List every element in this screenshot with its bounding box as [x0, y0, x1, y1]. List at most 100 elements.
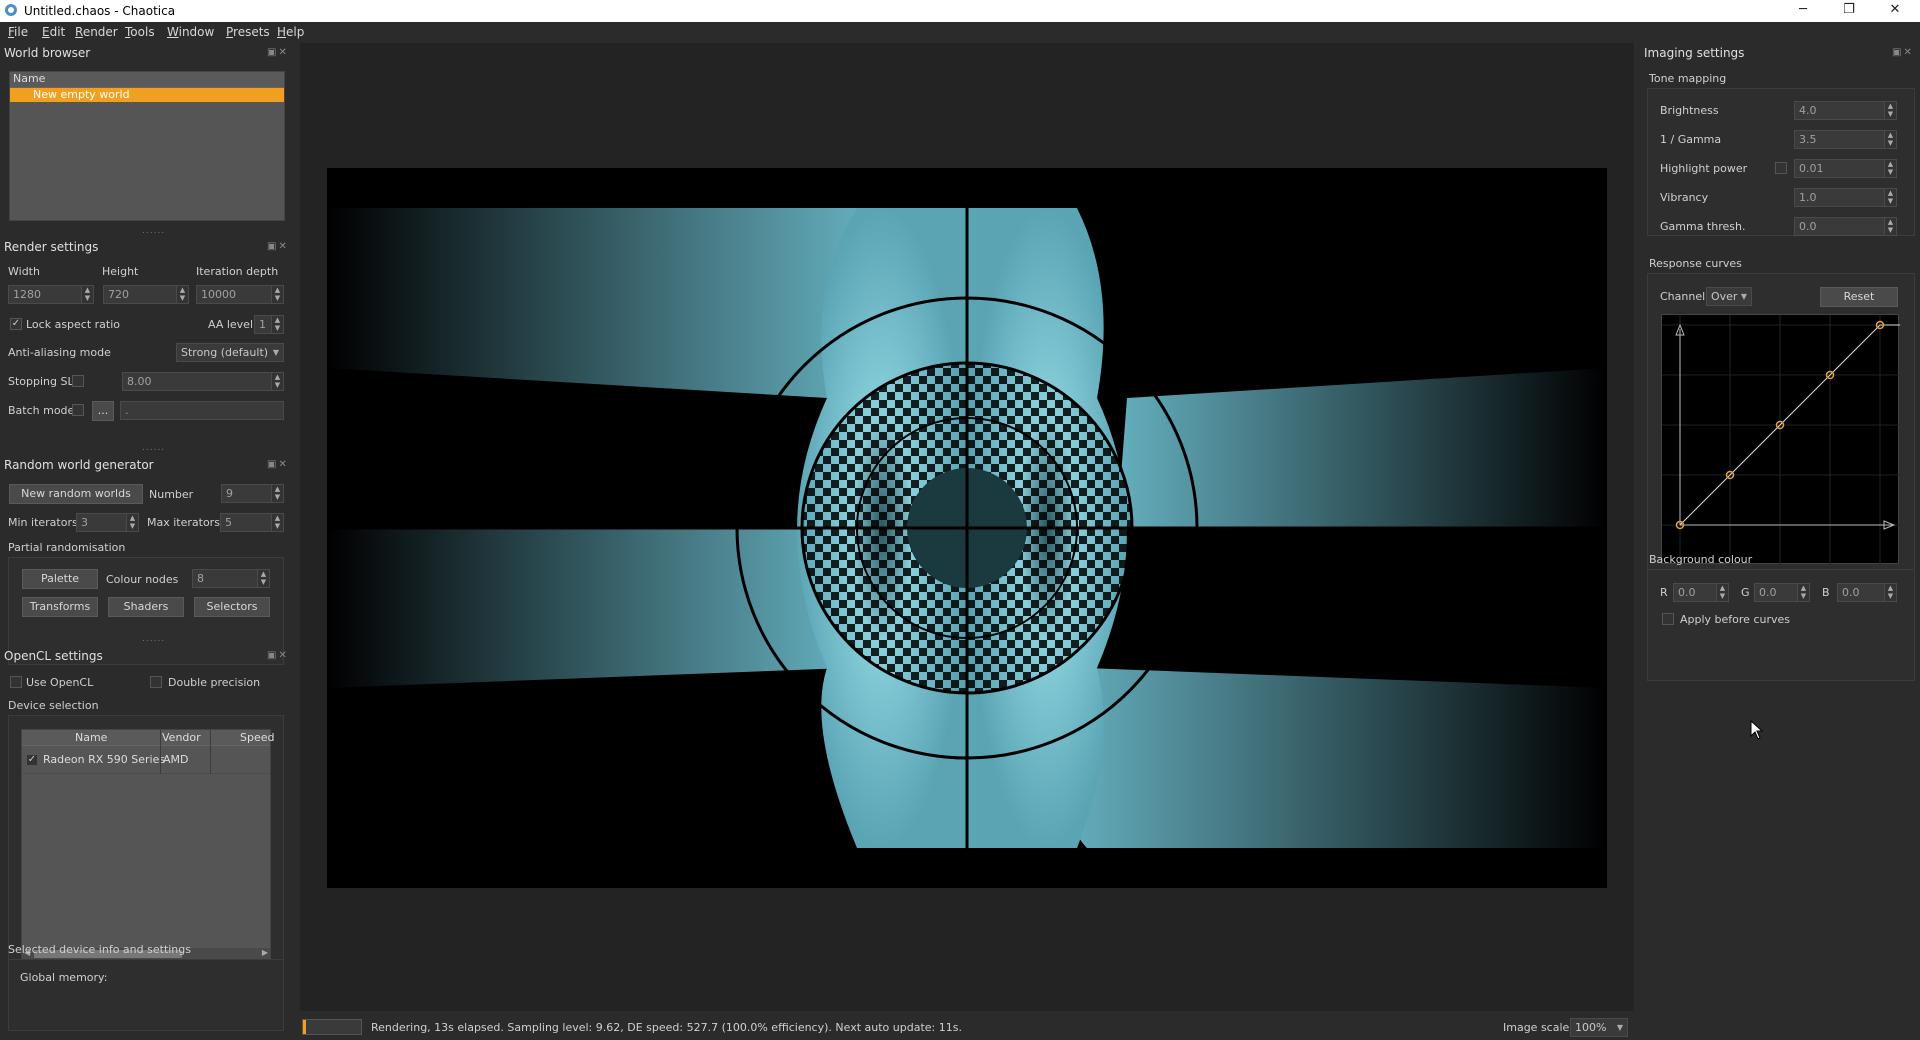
iteration-depth-spinbox[interactable]: 10000 ▲ ▼: [196, 285, 284, 304]
batch-path-input[interactable]: .: [120, 401, 284, 420]
lock-aspect-label: Lock aspect ratio: [26, 318, 121, 331]
r-spinbox[interactable]: 0.0 ▲ ▼: [1673, 583, 1729, 602]
batch-browse-button[interactable]: ...: [92, 401, 114, 421]
menu-presets[interactable]: Presets: [226, 25, 270, 39]
gamma-thresh-spinbox[interactable]: 0.0 ▲ ▼: [1794, 217, 1897, 236]
highlight-power-label: Highlight power: [1660, 162, 1748, 175]
brightness-spinbox[interactable]: 4.0 ▲ ▼: [1794, 101, 1897, 120]
batch-path-value: .: [125, 404, 129, 417]
menu-tools[interactable]: Tools: [125, 25, 155, 39]
title-bar: Untitled.chaos - Chaotica ─ ❐ ✕: [0, 0, 1920, 22]
device-checkbox[interactable]: ✓: [26, 754, 38, 766]
device-info-group: [8, 959, 284, 1031]
dock-float-close-icon[interactable]: ▣✕: [267, 241, 289, 252]
image-scale-dropdown[interactable]: 100% ▼: [1570, 1018, 1628, 1037]
device-table[interactable]: Name Vendor Speed ✓ Radeon RX 590 Series…: [21, 729, 274, 961]
b-spinbox[interactable]: 0.0 ▲ ▼: [1837, 583, 1897, 602]
g-value: 0.0: [1759, 586, 1777, 599]
min-iterators-value: 3: [81, 516, 88, 529]
menu-help[interactable]: Help: [277, 25, 304, 39]
dock-float-close-icon[interactable]: ▣✕: [267, 459, 289, 470]
colour-nodes-spinbox[interactable]: 8 ▲ ▼: [192, 569, 270, 588]
vibrancy-label: Vibrancy: [1660, 191, 1709, 204]
menu-window[interactable]: Window: [167, 25, 214, 39]
splitter-handle[interactable]: ......: [142, 226, 165, 236]
channel-dropdown[interactable]: Over ▼: [1706, 287, 1752, 306]
splitter-handle[interactable]: ......: [142, 634, 165, 644]
vibrancy-value: 1.0: [1799, 191, 1817, 204]
maximize-button[interactable]: ❐: [1834, 2, 1864, 20]
device-row[interactable]: ✓ Radeon RX 590 Series AMD: [22, 746, 270, 774]
world-list[interactable]: Name New empty world: [9, 71, 285, 221]
shaders-button[interactable]: Shaders: [108, 597, 184, 617]
stopping-sl-checkbox[interactable]: [72, 375, 84, 387]
render-settings-title: Render settings: [4, 240, 99, 254]
menu-render[interactable]: Render: [75, 25, 118, 39]
g-label: G: [1741, 586, 1750, 599]
curve-editor[interactable]: [1661, 314, 1900, 565]
dock-float-close-icon[interactable]: ▣✕: [1892, 47, 1914, 58]
splitter-handle[interactable]: ......: [142, 443, 165, 453]
status-text: Rendering, 13s elapsed. Sampling level: …: [371, 1021, 962, 1034]
gamma-thresh-label: Gamma thresh.: [1660, 220, 1746, 233]
col-vendor[interactable]: Vendor: [162, 731, 201, 744]
highlight-power-checkbox[interactable]: [1775, 162, 1787, 174]
colour-nodes-value: 8: [197, 572, 204, 585]
device-table-header: Name Vendor Speed: [22, 730, 274, 746]
world-browser-title: World browser: [4, 46, 91, 60]
transforms-button[interactable]: Transforms: [22, 597, 98, 617]
lock-aspect-checkbox[interactable]: ✓: [10, 318, 22, 330]
close-button[interactable]: ✕: [1880, 2, 1910, 20]
left-dock: World browser ▣✕ Name New empty world ..…: [0, 43, 300, 1040]
dock-float-close-icon[interactable]: ▣✕: [267, 47, 289, 58]
min-iterators-label: Min iterators: [8, 516, 78, 529]
batch-mode-label: Batch mode: [8, 404, 75, 417]
vibrancy-spinbox[interactable]: 1.0 ▲ ▼: [1794, 188, 1897, 207]
use-opencl-checkbox[interactable]: [10, 676, 22, 688]
number-spinbox[interactable]: 9 ▲ ▼: [221, 484, 284, 503]
menu-file[interactable]: File: [8, 25, 28, 39]
batch-mode-checkbox[interactable]: [72, 404, 84, 416]
selectors-button[interactable]: Selectors: [194, 597, 270, 617]
gamma-spinbox[interactable]: 3.5 ▲ ▼: [1794, 130, 1897, 149]
status-bar: Rendering, 13s elapsed. Sampling level: …: [300, 1016, 1634, 1038]
col-name[interactable]: Name: [75, 731, 107, 744]
stopping-sl-value: 8.00: [127, 375, 152, 388]
apply-before-curves-checkbox[interactable]: [1662, 613, 1674, 625]
aa-mode-dropdown[interactable]: Strong (default) ▼: [176, 343, 284, 362]
dock-float-close-icon[interactable]: ▣✕: [267, 650, 289, 661]
channel-label: Channel:: [1660, 290, 1709, 303]
device-vendor: AMD: [163, 753, 189, 766]
new-random-worlds-button[interactable]: New random worlds: [9, 484, 143, 504]
r-value: 0.0: [1678, 586, 1696, 599]
height-label: Height: [102, 265, 139, 278]
response-curve[interactable]: [1662, 315, 1900, 565]
global-memory-label: Global memory:: [20, 971, 108, 984]
scroll-right-icon[interactable]: ▶: [262, 948, 268, 957]
min-iterators-spinbox[interactable]: 3 ▲ ▼: [76, 513, 139, 532]
aa-mode-value: Strong (default): [181, 346, 269, 359]
g-spinbox[interactable]: 0.0 ▲ ▼: [1754, 583, 1810, 602]
stopping-sl-label: Stopping SL: [8, 375, 74, 388]
col-speed[interactable]: Speed: [240, 731, 274, 744]
minimize-button[interactable]: ─: [1788, 2, 1818, 20]
height-spinbox[interactable]: 720 ▲ ▼: [103, 285, 189, 304]
world-list-item[interactable]: New empty world: [10, 88, 284, 102]
imaging-settings-title: Imaging settings: [1644, 46, 1745, 60]
width-spinbox[interactable]: 1280 ▲ ▼: [8, 285, 94, 304]
render-progress-bar: [302, 1019, 362, 1035]
max-iterators-spinbox[interactable]: 5 ▲ ▼: [220, 513, 284, 532]
reset-curves-button[interactable]: Reset: [1820, 287, 1898, 307]
menu-edit[interactable]: Edit: [42, 25, 65, 39]
aa-level-spinbox[interactable]: 1 ▲ ▼: [254, 315, 284, 334]
palette-button[interactable]: Palette: [22, 569, 98, 589]
double-precision-checkbox[interactable]: [150, 676, 162, 688]
render-image[interactable]: [327, 168, 1607, 888]
aa-level-label: AA level: [208, 318, 254, 331]
aa-mode-label: Anti-aliasing mode: [8, 346, 111, 359]
iteration-depth-label: Iteration depth: [196, 265, 279, 278]
highlight-power-spinbox[interactable]: 0.01 ▲ ▼: [1794, 159, 1897, 178]
stopping-sl-spinbox[interactable]: 8.00 ▲ ▼: [122, 372, 284, 391]
background-colour-label: Background colour: [1649, 553, 1753, 566]
partial-randomisation-label: Partial randomisation: [8, 541, 126, 554]
